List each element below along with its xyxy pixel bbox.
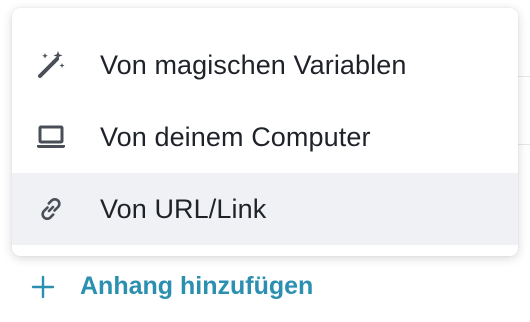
attachment-source-screen: Von magischen Variablen Von deinem Compu… (0, 0, 530, 322)
menu-item-label: Von deinem Computer (100, 121, 371, 152)
add-attachment-button[interactable]: Anhang hinzufügen (30, 272, 313, 301)
menu-item-computer[interactable]: Von deinem Computer (12, 101, 518, 173)
magic-wand-icon (36, 50, 66, 80)
background-divider (518, 76, 530, 77)
link-icon (36, 194, 66, 224)
menu-item-url-link[interactable]: Von URL/Link (12, 173, 518, 245)
add-attachment-label: Anhang hinzufügen (80, 272, 314, 300)
menu-item-magic-variables[interactable]: Von magischen Variablen (12, 29, 518, 101)
attachment-source-menu: Von magischen Variablen Von deinem Compu… (12, 8, 518, 256)
laptop-icon (36, 122, 66, 152)
menu-item-label: Von URL/Link (100, 193, 267, 224)
menu-item-label: Von magischen Variablen (100, 49, 407, 80)
plus-icon (30, 274, 56, 300)
background-divider (518, 144, 530, 145)
